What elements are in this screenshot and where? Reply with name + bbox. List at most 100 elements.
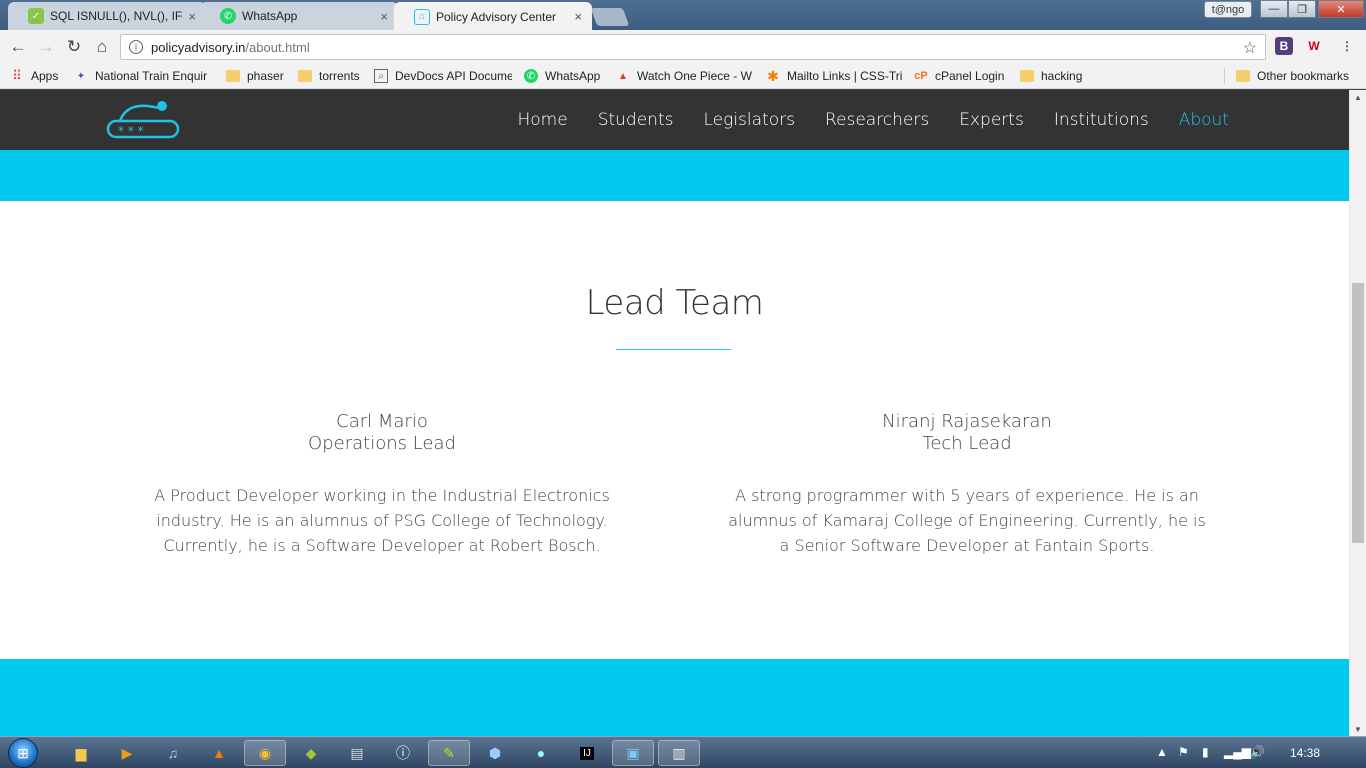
tab-close-icon[interactable]: ×	[574, 9, 582, 24]
team-member-card: Niranj Rajasekaran Tech Lead A strong pr…	[727, 411, 1207, 558]
bookmark-one-piece[interactable]: ▲ Watch One Piece - W	[616, 67, 752, 85]
bootstrap-extension-icon[interactable]: B	[1275, 37, 1293, 55]
virtualbox-icon[interactable]: ⬢	[474, 740, 516, 766]
bookmark-cpanel[interactable]: cP cPanel Login	[914, 67, 1010, 85]
nox-icon[interactable]: ●	[520, 740, 562, 766]
taskbar-clock[interactable]: 14:38	[1290, 746, 1320, 760]
bookmark-label: Other bookmarks	[1257, 69, 1350, 83]
devdocs-icon: ⌕	[374, 69, 388, 83]
bookmark-devdocs[interactable]: ⌕ DevDocs API Docume	[374, 67, 512, 85]
bookmark-train[interactable]: ✦ National Train Enquir	[74, 67, 210, 85]
bookmark-torrents[interactable]: torrents	[298, 67, 366, 85]
bookmark-label: Mailto Links | CSS-Tri	[787, 69, 902, 83]
nav-experts[interactable]: Experts	[959, 110, 1024, 130]
nav-home[interactable]: Home	[518, 110, 568, 130]
info-icon[interactable]: i	[129, 40, 143, 54]
back-icon[interactable]: ←	[4, 33, 32, 61]
apps-grid-icon: ⠿	[12, 68, 22, 83]
nav-researchers[interactable]: Researchers	[825, 110, 929, 130]
site-header: * * * Home Students Legislators Research…	[0, 90, 1349, 150]
bookmarks-bar: ⠿ Apps ✦ National Train Enquir phaser to…	[0, 63, 1366, 89]
browser-toolbar: ← → ↻ ⌂ i policyadvisory.in/about.html ☆…	[0, 30, 1366, 63]
member-name: Niranj Rajasekaran	[882, 411, 1052, 432]
wappalyzer-extension-icon[interactable]: W	[1305, 37, 1323, 55]
policy-favicon-icon: ⌂	[414, 8, 430, 25]
tab-title: SQL ISNULL(), NVL(), IFNU	[50, 9, 183, 23]
site-logo-icon[interactable]: * * *	[106, 96, 180, 140]
notepad-icon[interactable]: ▤	[336, 740, 378, 766]
info-app-icon[interactable]: ⓘ	[382, 740, 424, 766]
android-studio-icon[interactable]: ◆	[290, 740, 332, 766]
volume-icon[interactable]: 🔊	[1250, 745, 1265, 759]
reload-icon[interactable]: ↻	[60, 33, 88, 61]
media-player-icon[interactable]: ▶	[106, 740, 148, 766]
scroll-thumb[interactable]	[1352, 283, 1364, 543]
forward-icon[interactable]: →	[32, 33, 60, 61]
network-signal-icon[interactable]: ▂▄▆	[1224, 745, 1251, 759]
profile-button[interactable]: t@ngo	[1204, 1, 1252, 18]
bookmark-whatsapp[interactable]: ✆ WhatsApp	[524, 67, 604, 85]
team-member-card: Carl Mario Operations Lead A Product Dev…	[142, 411, 622, 558]
member-name: Carl Mario	[336, 411, 428, 432]
bookmark-label: DevDocs API Docume	[395, 69, 512, 83]
bookmark-label: National Train Enquir	[95, 69, 208, 83]
bookmark-label: hacking	[1041, 69, 1083, 83]
tab-close-icon[interactable]: ×	[380, 9, 388, 24]
start-button[interactable]: ⊞	[8, 738, 38, 768]
tab-title: WhatsApp	[242, 9, 298, 23]
bookmark-hacking[interactable]: hacking	[1020, 67, 1088, 85]
bookmark-label: torrents	[319, 69, 360, 83]
title-divider	[616, 349, 731, 350]
member-bio: A strong programmer with 5 years of expe…	[728, 486, 1206, 555]
nav-legislators[interactable]: Legislators	[703, 110, 794, 130]
tab-policy-advisory[interactable]: ⌂ Policy Advisory Center ×	[394, 2, 592, 31]
nav-students[interactable]: Students	[598, 110, 674, 130]
url-path: /about.html	[245, 39, 310, 55]
page-scrollbar[interactable]: ▲ ▼	[1349, 90, 1366, 736]
terminal-icon[interactable]: ▣	[612, 740, 654, 766]
tab-title: Policy Advisory Center	[436, 9, 557, 24]
section-title: Lead Team	[585, 283, 764, 323]
bookmark-other[interactable]: Other bookmarks	[1236, 67, 1362, 85]
whatsapp-favicon-icon: ✆	[220, 8, 236, 24]
notepad-plus-icon[interactable]: ✎	[428, 740, 470, 766]
menu-icon[interactable]: ⋮	[1338, 37, 1356, 55]
home-icon[interactable]: ⌂	[88, 33, 116, 61]
bookmark-star-icon[interactable]: ☆	[1243, 38, 1257, 58]
itunes-icon[interactable]: ♫	[152, 740, 194, 766]
tab-close-icon[interactable]: ×	[188, 9, 196, 24]
action-center-flag-icon[interactable]: ⚑	[1178, 745, 1189, 759]
tab-sql[interactable]: ✓ SQL ISNULL(), NVL(), IFNU ×	[8, 2, 206, 30]
sql-favicon-icon: ✓	[28, 8, 44, 24]
minimize-icon[interactable]: —	[1260, 0, 1288, 18]
train-icon: ✦	[76, 70, 86, 82]
chrome-icon[interactable]: ◉	[244, 740, 286, 766]
cpanel-icon: cP	[914, 70, 928, 82]
folder-icon	[1236, 70, 1250, 82]
hero-band	[0, 150, 1349, 201]
scroll-up-icon[interactable]: ▲	[1350, 90, 1366, 104]
folder-icon	[298, 70, 312, 82]
window-app-icon[interactable]: ▥	[658, 740, 700, 766]
bookmark-label: phaser	[247, 69, 284, 83]
tab-whatsapp[interactable]: ✆ WhatsApp ×	[200, 2, 398, 30]
scroll-down-icon[interactable]: ▼	[1350, 722, 1366, 736]
explorer-icon[interactable]: ▆	[60, 740, 102, 766]
bookmark-mailto[interactable]: ✱ Mailto Links | CSS-Tri	[766, 67, 902, 85]
svg-text:* * *: * * *	[118, 124, 144, 138]
intellij-icon[interactable]: IJ	[566, 740, 608, 766]
folder-icon	[226, 70, 240, 82]
close-window-icon[interactable]: ✕	[1318, 0, 1364, 18]
battery-icon[interactable]: ▮	[1202, 745, 1209, 759]
tray-expand-icon[interactable]: ▲	[1156, 745, 1168, 759]
bookmark-phaser[interactable]: phaser	[226, 67, 290, 85]
address-bar[interactable]: i policyadvisory.in/about.html ☆	[120, 34, 1266, 60]
nav-institutions[interactable]: Institutions	[1054, 110, 1149, 130]
nav-about[interactable]: About	[1179, 110, 1229, 130]
bookmark-apps[interactable]: ⠿ Apps	[10, 67, 72, 85]
new-tab-button[interactable]	[590, 8, 630, 26]
one-piece-icon: ▲	[618, 70, 628, 82]
vlc-icon[interactable]: ▲	[198, 740, 240, 766]
bookmark-label: Apps	[31, 69, 59, 83]
maximize-icon[interactable]: ❐	[1288, 0, 1316, 18]
